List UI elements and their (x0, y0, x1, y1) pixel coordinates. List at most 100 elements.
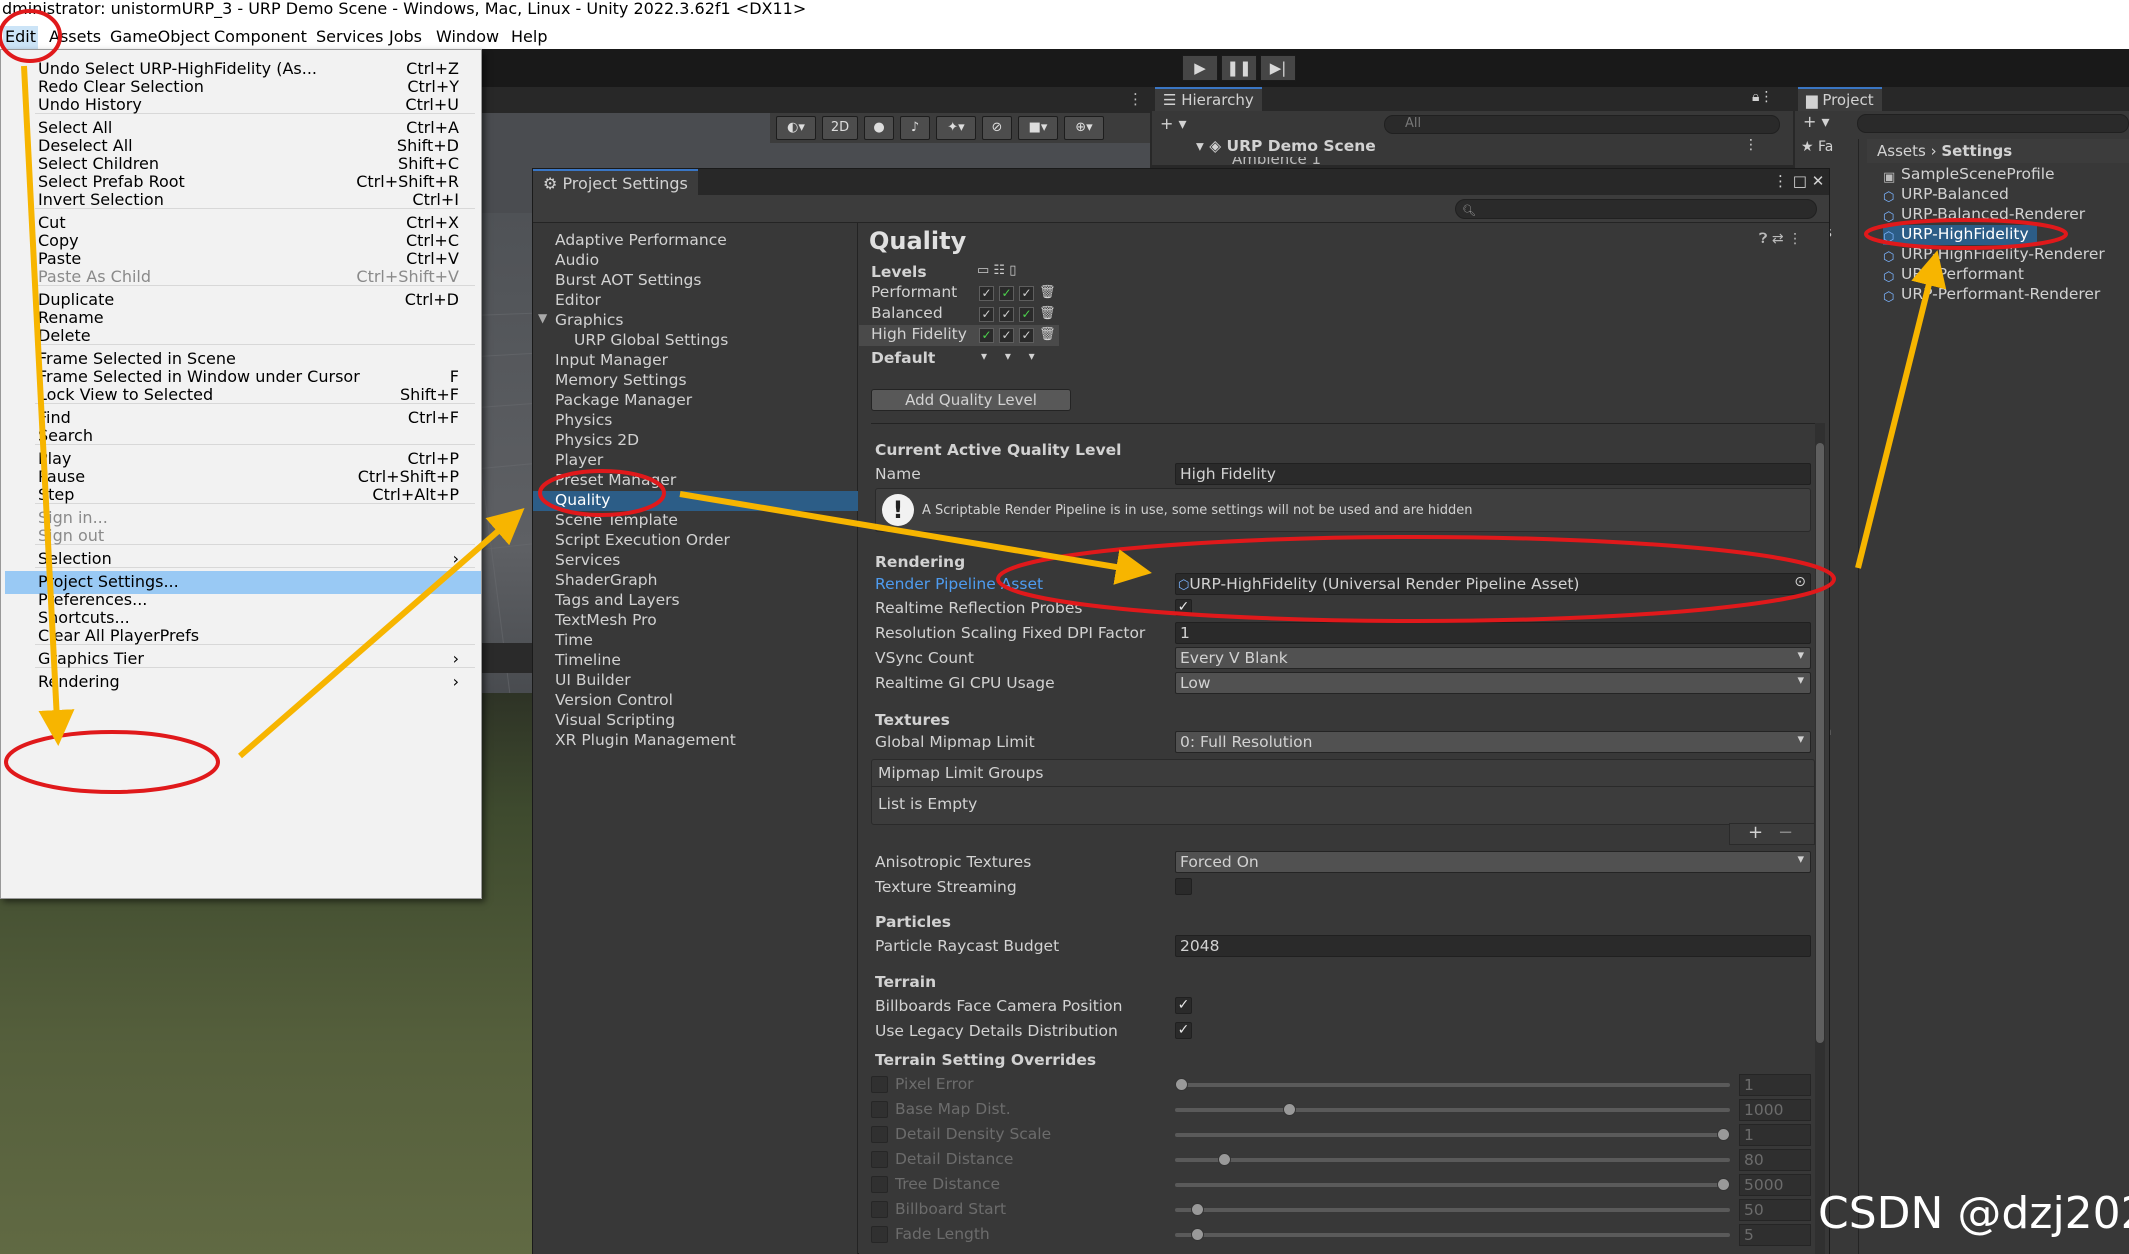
menu-services[interactable]: Services (314, 26, 385, 49)
override-slider-track[interactable] (1175, 1233, 1730, 1237)
play-button[interactable]: ▶ (1182, 55, 1218, 81)
legacy-details-checkbox[interactable]: ✓ (1175, 1022, 1192, 1039)
override-slider-knob[interactable] (1191, 1203, 1204, 1216)
sidebar-item-time[interactable]: Time (555, 631, 593, 651)
menu-item-paste-as-child[interactable]: Paste As Child Ctrl+Shift+V (38, 266, 478, 289)
sidebar-item-package-manager[interactable]: Package Manager (555, 391, 692, 411)
sidebar-item-textmesh-pro[interactable]: TextMesh Pro (555, 611, 657, 631)
menu-item-selection[interactable]: Selection › (38, 548, 478, 571)
menu-item-rendering[interactable]: Rendering › (38, 671, 478, 694)
sidebar-item-version-control[interactable]: Version Control (555, 691, 673, 711)
trash-icon[interactable]: 🗑︎ (1039, 285, 1056, 300)
sidebar-item-adaptive-performance[interactable]: Adaptive Performance (555, 231, 727, 251)
override-value-field[interactable]: 5 (1739, 1224, 1811, 1246)
menu-assets[interactable]: Assets (47, 26, 103, 49)
effects-icon[interactable]: ✦▾ (936, 116, 976, 140)
project-settings-tab[interactable]: ⚙ Project Settings (533, 169, 698, 195)
menu-jobs[interactable]: Jobs (387, 26, 424, 49)
sidebar-item-preset-manager[interactable]: Preset Manager (555, 471, 676, 491)
hierarchy-scene-root[interactable]: ▾ ◈ URP Demo Scene (1196, 137, 1376, 155)
asset-item[interactable]: ⬡ URP-Performant-Renderer (1883, 285, 2100, 305)
billboards-checkbox[interactable]: ✓ (1175, 997, 1192, 1014)
project-tab[interactable]: ▆ Project (1798, 87, 1882, 111)
override-slider-track[interactable] (1175, 1133, 1730, 1137)
sidebar-item-shadergraph[interactable]: ShaderGraph (555, 571, 657, 591)
level-checkbox-default[interactable]: ✓ (1019, 307, 1034, 322)
sidebar-item-graphics[interactable]: Graphics (555, 311, 623, 331)
mipmap-limit-dropdown[interactable]: 0: Full Resolution (1175, 731, 1811, 753)
level-checkbox[interactable]: ✓ (979, 307, 994, 322)
sidebar-item-physics[interactable]: Physics (555, 411, 612, 431)
breadcrumb-assets[interactable]: Assets (1877, 142, 1926, 160)
level-checkbox[interactable]: ✓ (1019, 286, 1034, 301)
sidebar-item-memory[interactable]: Memory Settings (555, 371, 687, 391)
vsync-dropdown[interactable]: Every V Blank (1175, 647, 1811, 669)
scrollbar-track[interactable] (1815, 423, 1825, 1254)
asset-item[interactable]: ⬡ URP-Performant (1883, 265, 2024, 285)
scene-more-icon[interactable]: ⋮ (1744, 137, 1758, 153)
menu-help[interactable]: Help (509, 26, 549, 49)
pause-button[interactable]: ❚❚ (1221, 55, 1257, 81)
object-picker-icon[interactable]: ⊙ (1794, 574, 1806, 590)
name-field[interactable]: High Fidelity (1175, 463, 1811, 485)
menu-item-delete[interactable]: Delete (38, 325, 478, 348)
project-search-input[interactable] (1857, 114, 2129, 133)
sidebar-item-xr-plugin[interactable]: XR Plugin Management (555, 731, 736, 751)
menu-item-sign-out[interactable]: Sign out (38, 525, 478, 548)
override-slider-track[interactable] (1175, 1108, 1730, 1112)
more-icon[interactable]: ⋮ (1128, 90, 1143, 108)
override-checkbox[interactable] (871, 1201, 888, 1218)
step-button[interactable]: ▶| (1260, 55, 1296, 81)
sidebar-item-physics-2d[interactable]: Physics 2D (555, 431, 639, 451)
hierarchy-item[interactable]: Ambience 1 (1232, 157, 1321, 165)
level-checkbox[interactable]: ✓ (1019, 328, 1034, 343)
override-slider-track[interactable] (1175, 1158, 1730, 1162)
override-value-field[interactable]: 50 (1739, 1199, 1811, 1221)
maximize-icon[interactable]: □ (1793, 172, 1812, 190)
override-slider-knob[interactable] (1283, 1103, 1296, 1116)
override-checkbox[interactable] (871, 1076, 888, 1093)
sidebar-item-timeline[interactable]: Timeline (555, 651, 621, 671)
override-slider-knob[interactable] (1717, 1128, 1730, 1141)
more-icon[interactable]: ⋮ (1788, 231, 1802, 247)
override-slider-knob[interactable] (1218, 1153, 1231, 1166)
override-slider-track[interactable] (1175, 1083, 1730, 1087)
reflection-probes-checkbox[interactable]: ✓ (1175, 599, 1192, 616)
menu-item-step[interactable]: Step Ctrl+Alt+P (38, 484, 478, 507)
shading-mode-icon[interactable]: ◐▾ (776, 116, 816, 140)
lighting-icon[interactable]: ● (864, 116, 894, 140)
lock-icon[interactable]: 🔒︎⋮ (1752, 89, 1773, 105)
override-value-field[interactable]: 80 (1739, 1149, 1811, 1171)
resolution-scaling-field[interactable]: 1 (1175, 622, 1811, 644)
menu-gameobject[interactable]: GameObject (108, 26, 212, 49)
menu-item-search[interactable]: Search (38, 425, 478, 448)
menu-edit[interactable]: Edit (3, 26, 38, 49)
sidebar-item-scene-template[interactable]: Scene Template (555, 511, 678, 531)
default-dropdowns[interactable]: ▾ ▾ ▾ (981, 349, 1035, 363)
level-checkbox-default[interactable]: ✓ (999, 286, 1014, 301)
override-slider-track[interactable] (1175, 1183, 1730, 1187)
sidebar-item-services[interactable]: Services (555, 551, 620, 571)
hierarchy-search-input[interactable]: All (1384, 115, 1780, 134)
menu-item-clear-all-playerprefs[interactable]: Clear All PlayerPrefs (38, 625, 478, 648)
sidebar-item-tags-layers[interactable]: Tags and Layers (555, 591, 680, 611)
override-checkbox[interactable] (871, 1101, 888, 1118)
project-add-button[interactable]: + ▾ (1803, 112, 1830, 131)
asset-item[interactable]: ⬡ URP-Balanced-Renderer (1883, 205, 2085, 225)
hierarchy-tab[interactable]: ☰ Hierarchy (1155, 87, 1262, 111)
settings-search-input[interactable]: 🔍︎ (1455, 199, 1817, 219)
sidebar-item-quality[interactable]: Quality (533, 491, 858, 511)
chevron-down-icon[interactable]: ▼ (538, 311, 547, 325)
menu-component[interactable]: Component (212, 26, 309, 49)
override-value-field[interactable]: 5000 (1739, 1174, 1811, 1196)
scrollbar-thumb[interactable] (1816, 443, 1824, 1043)
gizmos-icon[interactable]: ⊕▾ (1064, 116, 1104, 140)
breadcrumb-settings[interactable]: Settings (1941, 142, 2012, 160)
level-checkbox[interactable]: ✓ (999, 307, 1014, 322)
sidebar-item-input-manager[interactable]: Input Manager (555, 351, 668, 371)
override-checkbox[interactable] (871, 1126, 888, 1143)
override-value-field[interactable]: 1000 (1739, 1099, 1811, 1121)
asset-item[interactable]: ▣ SampleSceneProfile (1883, 165, 2055, 185)
level-checkbox[interactable]: ✓ (999, 328, 1014, 343)
hierarchy-add-button[interactable]: + ▾ (1160, 114, 1187, 133)
